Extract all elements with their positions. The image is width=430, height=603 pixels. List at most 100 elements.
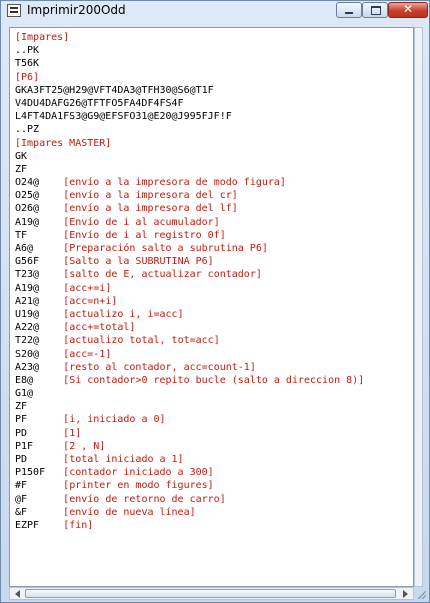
- code-padding: [27, 507, 63, 518]
- code-token: #F: [15, 480, 28, 492]
- code-token: S20@: [15, 348, 40, 360]
- code-comment: [actualizo i, i=acc]: [63, 308, 184, 320]
- code-token: PD: [15, 427, 28, 439]
- text-line: [Impares]: [15, 31, 364, 44]
- text-line: O24@ [envío a la impresora de modo figur…: [15, 176, 364, 189]
- code-padding: [39, 203, 63, 214]
- code-token: A19@: [15, 216, 40, 228]
- code-token: U19@: [15, 308, 40, 320]
- window-title: Imprimir200Odd: [27, 3, 126, 17]
- resize-grip-icon[interactable]: [415, 588, 429, 602]
- code-token: @F: [15, 493, 28, 505]
- code-token: G1@: [15, 388, 34, 400]
- text-line: @F [envío de retorno de carro]: [15, 493, 364, 506]
- maximize-button[interactable]: [362, 2, 388, 18]
- code-padding: [39, 520, 63, 531]
- code-token: PD: [15, 454, 28, 465]
- text-line: G1@: [15, 387, 364, 400]
- text-line: E8@ [Si contador>0 repito bucle (salto a…: [15, 374, 364, 387]
- code-padding: [39, 177, 63, 188]
- code-padding: [33, 441, 63, 452]
- scroll-right-arrow-icon[interactable]: [400, 589, 411, 598]
- text-line: PF [i, iniciado a 0]: [15, 413, 364, 426]
- text-line: V4DU4DAFG26@TFTFO5FA4DF4FS4F: [15, 97, 364, 110]
- text-line: P1F [2 , N]: [15, 440, 364, 453]
- text-line: [P6]: [15, 71, 364, 84]
- code-padding: [39, 362, 63, 373]
- code-comment: [contador iniciado a 300]: [63, 467, 214, 479]
- code-token: A21@: [15, 295, 40, 307]
- close-icon: ✕: [402, 2, 414, 16]
- code-token: EZPF: [15, 519, 40, 531]
- code-comment: [fin]: [63, 519, 94, 531]
- code-padding: [27, 494, 63, 505]
- text-editor-area[interactable]: [Impares] ..PK T56K [P6] GKA3FT25@H29@VFT4DA…: [9, 27, 414, 587]
- text-line: #F [printer en modo figures]: [15, 479, 364, 492]
- code-comment: [printer en modo figures]: [63, 480, 214, 492]
- text-line: P150F [contador iniciado a 300]: [15, 466, 364, 479]
- code-padding: [39, 256, 63, 267]
- text-line: TF [Envío de i al registro 0f]: [15, 229, 364, 242]
- code-comment: [Envío de i al acumulador]: [63, 216, 220, 228]
- text-line: A6@ [Preparación salto a subrutina P6]: [15, 242, 364, 255]
- code-token: T23@: [15, 269, 40, 281]
- text-line: O25@ [envío a la impresora del cr]: [15, 189, 364, 202]
- code-padding: [39, 296, 63, 307]
- code-comment: [salto de E, actualizar contador]: [63, 269, 262, 281]
- code-padding: [33, 243, 63, 254]
- scroll-left-arrow-icon[interactable]: [12, 589, 23, 598]
- code-token: G56F: [15, 256, 40, 268]
- code-comment: [total iniciado a 1]: [63, 454, 184, 465]
- text-line: A23@ [resto al contador, acc=count-1]: [15, 361, 364, 374]
- text-line: ..PZ: [15, 123, 364, 136]
- code-token: O26@: [15, 203, 40, 215]
- vertical-scrollbar[interactable]: [414, 27, 423, 587]
- text-line: PD [1]: [15, 427, 364, 440]
- code-padding: [27, 414, 63, 425]
- code-comment: [envío de retorno de carro]: [63, 493, 226, 505]
- code-token: P150F: [15, 467, 46, 479]
- section-header: [P6]: [15, 71, 40, 83]
- text-line: ZF: [15, 163, 364, 176]
- code-comment: [envío a la impresora del cr]: [63, 190, 238, 202]
- code-comment: [Envío de i al registro 0f]: [63, 229, 226, 241]
- code-comment: [1]: [63, 427, 82, 439]
- code-token: A23@: [15, 361, 40, 373]
- code-token: ZF: [15, 163, 28, 175]
- code-padding: [33, 375, 63, 386]
- code-token: A19@: [15, 282, 40, 294]
- code-comment: [acc+=total]: [63, 322, 136, 334]
- minimize-button[interactable]: [336, 2, 362, 18]
- code-comment: [envío de nueva línea]: [63, 506, 196, 518]
- text-line: T23@ [salto de E, actualizar contador]: [15, 268, 364, 281]
- code-comment: [Si contador>0 repito bucle (salto a dir…: [63, 374, 365, 386]
- code-padding: [39, 217, 63, 228]
- code-token: &F: [15, 506, 28, 518]
- text-line: A19@ [acc+=i]: [15, 282, 364, 295]
- notepad-window: Imprimir200Odd ✕ [Impares] ..PK T56K [P6] GK…: [0, 0, 430, 603]
- code-token: O25@: [15, 190, 40, 202]
- code-token: A6@: [15, 243, 34, 254]
- code-comment: [actualizo total, tot=acc]: [63, 335, 220, 347]
- notepad-icon[interactable]: [7, 4, 21, 17]
- code-token: PF: [15, 414, 28, 426]
- code-token: O24@: [15, 177, 40, 189]
- text-line: O26@ [envío a la impresora del lf]: [15, 202, 364, 215]
- text-line: GK: [15, 150, 364, 163]
- text-line: PD [total iniciado a 1]: [15, 453, 364, 466]
- text-line: A21@ [acc=n+i]: [15, 295, 364, 308]
- horizontal-scroll-thumb[interactable]: [25, 589, 396, 598]
- code-token: ..PZ: [15, 124, 40, 136]
- code-padding: [39, 190, 63, 201]
- text-line: U19@ [actualizo i, i=acc]: [15, 308, 364, 321]
- code-comment: [Salto a la SUBRUTINA P6]: [63, 256, 214, 268]
- document-text[interactable]: [Impares] ..PK T56K [P6] GKA3FT25@H29@VFT4DA…: [15, 31, 364, 532]
- close-button[interactable]: ✕: [388, 2, 428, 18]
- text-line: L4FT4DA1FS3@G9@EFSFO31@E20@J995FJF!F: [15, 110, 364, 123]
- code-token: E8@: [15, 374, 34, 386]
- title-bar[interactable]: Imprimir200Odd ✕: [1, 1, 429, 21]
- code-padding: [27, 480, 63, 491]
- code-token: T22@: [15, 335, 40, 347]
- horizontal-scrollbar[interactable]: [9, 587, 414, 600]
- code-comment: [acc=-1]: [63, 348, 112, 360]
